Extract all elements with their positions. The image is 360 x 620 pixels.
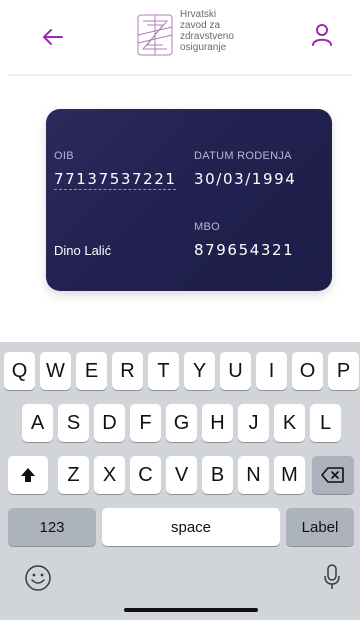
backspace-key[interactable] (312, 456, 354, 494)
logo-line: zdravstveno (180, 31, 234, 42)
logo-line: osiguranje (180, 42, 227, 53)
key-m[interactable]: M (274, 456, 305, 494)
logo-line: Hrvatski (180, 9, 217, 20)
oib-label: OIB (54, 150, 74, 162)
key-g[interactable]: G (166, 404, 197, 442)
microphone-icon (324, 564, 340, 589)
dictation-button[interactable] (322, 562, 342, 597)
key-v[interactable]: V (166, 456, 197, 494)
mbo-label: MBO (194, 221, 220, 233)
key-n[interactable]: N (238, 456, 269, 494)
key-k[interactable]: K (274, 404, 305, 442)
key-b[interactable]: B (202, 456, 233, 494)
key-f[interactable]: F (130, 404, 161, 442)
key-e[interactable]: E (76, 352, 107, 390)
arrow-left-icon (43, 29, 63, 45)
oib-value: 77137537221 (54, 170, 177, 188)
card-holder-name: Dino Lalić (54, 243, 112, 258)
dob-value: 30/03/1994 (194, 170, 297, 188)
key-r[interactable]: R (112, 352, 143, 390)
logo-text: Hrvatski zavod za zdravstveno osiguranje (180, 9, 234, 53)
backspace-icon (321, 467, 344, 483)
key-i[interactable]: I (256, 352, 287, 390)
key-o[interactable]: O (292, 352, 323, 390)
home-indicator[interactable] (124, 608, 258, 612)
key-s[interactable]: S (58, 404, 89, 442)
logo-line: zavod za (180, 20, 221, 31)
key-p[interactable]: P (328, 352, 359, 390)
return-key[interactable]: Label (286, 508, 354, 546)
space-key[interactable]: space (102, 508, 280, 546)
shift-icon (21, 468, 35, 482)
user-icon (312, 24, 332, 46)
emoji-button[interactable] (24, 564, 52, 597)
numbers-key[interactable]: 123 (8, 508, 96, 546)
mbo-value: 879654321 (194, 241, 295, 259)
emoji-icon (25, 565, 51, 591)
key-t[interactable]: T (148, 352, 179, 390)
shift-key[interactable] (8, 456, 48, 494)
back-button[interactable] (38, 22, 68, 52)
key-x[interactable]: X (94, 456, 125, 494)
app-header: Hrvatski zavod za zdravstveno osiguranje (0, 0, 360, 74)
header-divider (8, 74, 352, 76)
oib-underline (54, 189, 176, 190)
dob-label: DATUM RODENJA (194, 150, 292, 162)
key-y[interactable]: Y (184, 352, 215, 390)
key-z[interactable]: Z (58, 456, 89, 494)
insurance-card: OIB 77137537221 DATUM RODENJA 30/03/1994… (46, 109, 332, 291)
hzzo-logo (135, 7, 175, 63)
on-screen-keyboard: Q W E R T Y U I O P A S D F G H J K L Z … (0, 342, 360, 620)
key-c[interactable]: C (130, 456, 161, 494)
key-j[interactable]: J (238, 404, 269, 442)
key-a[interactable]: A (22, 404, 53, 442)
profile-button[interactable] (307, 20, 337, 50)
key-q[interactable]: Q (4, 352, 35, 390)
key-u[interactable]: U (220, 352, 251, 390)
key-h[interactable]: H (202, 404, 233, 442)
key-w[interactable]: W (40, 352, 71, 390)
key-l[interactable]: L (310, 404, 341, 442)
key-d[interactable]: D (94, 404, 125, 442)
